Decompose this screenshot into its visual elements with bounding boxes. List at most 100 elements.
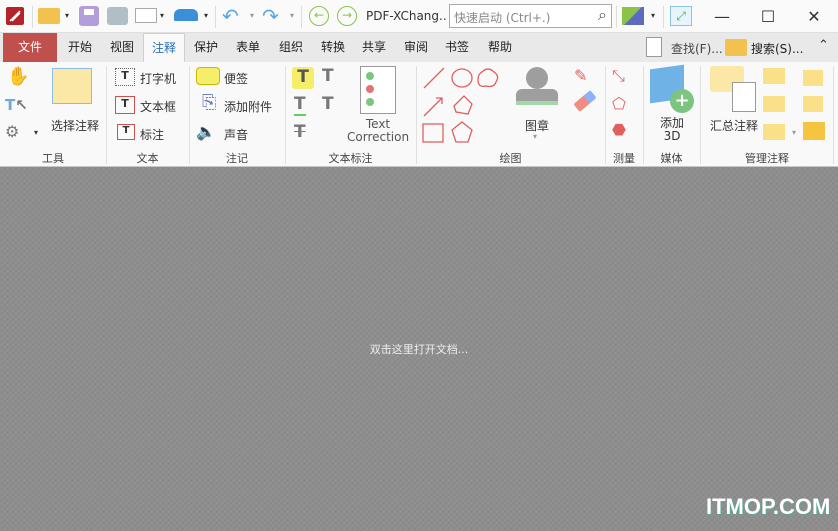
group-label-measure: 测量 — [613, 152, 635, 165]
chevron-down-icon[interactable]: ▾ — [533, 132, 537, 141]
highlight-icon[interactable]: T — [292, 67, 314, 89]
find-icon[interactable] — [646, 37, 662, 57]
document-area[interactable]: 双击这里打开文档... ITMOP.COM — [0, 167, 838, 531]
ui-options-icon[interactable] — [622, 7, 644, 25]
maximize-button[interactable]: ☐ — [745, 0, 791, 32]
select-annotation-icon[interactable] — [52, 68, 92, 104]
chevron-down-icon[interactable]: ▾ — [160, 11, 164, 20]
select-annotation-button[interactable]: 选择注释 — [51, 117, 99, 134]
area-icon[interactable]: ⬣ — [612, 120, 626, 139]
tab-view[interactable]: 视图 — [102, 33, 142, 62]
add-3d-line1: 添加 — [659, 116, 684, 130]
ribbon: ✋ T↖ ⚙ ▾ 选择注释 工具 T 打字机 T 文本框 T 标注 文本 便签 … — [0, 62, 838, 167]
select-text-icon[interactable]: T↖ — [5, 96, 28, 114]
find-button[interactable]: 查找(F)... — [671, 40, 723, 57]
distance-icon[interactable]: ⤡ — [612, 66, 625, 86]
tab-review[interactable]: 审阅 — [396, 33, 436, 62]
perimeter-icon[interactable]: ⬠ — [612, 94, 626, 113]
summarize-comments-button[interactable]: 汇总注释 — [710, 117, 758, 134]
add-3d-button[interactable]: 添加 3D — [652, 117, 692, 143]
group-label-drawing: 绘图 — [499, 152, 522, 165]
open-folder-icon[interactable] — [38, 8, 60, 24]
group-label-media: 媒体 — [660, 152, 683, 165]
search-icon[interactable]: ⌕ — [598, 5, 607, 25]
tab-file[interactable]: 文件 — [3, 33, 57, 62]
add-icon: + — [670, 89, 694, 113]
text-correction-icon — [360, 66, 396, 114]
document-title: PDF-XChang.. — [366, 9, 447, 23]
tab-organize[interactable]: 组织 — [270, 33, 312, 62]
insert-text-icon[interactable]: T — [322, 66, 334, 86]
tab-convert[interactable]: 转换 — [312, 33, 354, 62]
hand-tool-icon[interactable]: ✋ — [7, 66, 29, 87]
email-icon[interactable] — [135, 8, 157, 23]
chevron-down-icon[interactable]: ▾ — [65, 11, 69, 20]
show-comments-icon[interactable] — [763, 124, 785, 140]
stamp-icon[interactable] — [516, 67, 558, 111]
chevron-down-icon[interactable]: ▾ — [34, 128, 38, 137]
sticky-note-button[interactable]: 便签 — [224, 70, 248, 87]
zoom-tool-icon[interactable]: ⚙ — [5, 122, 19, 141]
collapse-ribbon-icon[interactable]: ⌃ — [818, 38, 829, 53]
export-comments-icon[interactable] — [763, 96, 785, 112]
comment-list-icon[interactable] — [803, 96, 823, 112]
tab-help[interactable]: 帮助 — [479, 33, 521, 62]
search-button[interactable]: 搜索(S)... — [751, 40, 803, 57]
redo-icon[interactable]: ↷ — [262, 4, 279, 28]
pencil-icon[interactable]: ✎ — [574, 66, 587, 85]
undo-icon[interactable]: ↶ — [222, 4, 239, 28]
title-bar: ▾ ▾ ▾ ↶ ▾ ↷ ▾ ← → PDF-XChang.. 快速启动 (Ctr… — [0, 0, 838, 33]
textbox-button[interactable]: 文本框 — [140, 98, 176, 115]
group-label-markup: 文本标注 — [328, 152, 373, 165]
scan-icon[interactable] — [174, 9, 198, 21]
quick-launch-input[interactable]: 快速启动 (Ctrl+.) ⌕ — [449, 4, 612, 28]
minimize-button[interactable]: — — [699, 0, 745, 32]
tab-comment[interactable]: 注释 — [143, 33, 185, 62]
add-3d-line2: 3D — [663, 129, 681, 143]
tab-home[interactable]: 开始 — [60, 33, 100, 62]
replace-text-icon[interactable]: T — [322, 94, 334, 114]
paperclip-icon: ⎘ — [202, 92, 217, 113]
polyline-icon — [453, 95, 473, 115]
search-folder-icon[interactable] — [725, 39, 747, 56]
save-icon[interactable] — [79, 6, 99, 26]
forward-icon[interactable]: → — [337, 6, 357, 26]
attach-file-button[interactable]: 添加附件 — [224, 98, 272, 115]
typewriter-button[interactable]: 打字机 — [140, 70, 176, 87]
import-comments-icon[interactable] — [763, 68, 785, 84]
chevron-down-icon[interactable]: ▾ — [204, 11, 208, 20]
strikeout-icon[interactable]: T — [294, 122, 306, 142]
line-icon — [423, 67, 445, 89]
rectangle-icon — [422, 123, 444, 143]
group-label-text: 文本 — [136, 152, 159, 165]
chevron-down-icon[interactable]: ▾ — [792, 128, 796, 137]
textbox-icon: T — [115, 96, 135, 114]
chevron-down-icon[interactable]: ▾ — [250, 11, 254, 20]
pin-comment-icon[interactable] — [803, 70, 823, 86]
back-icon[interactable]: ← — [309, 6, 329, 26]
eraser-icon[interactable] — [573, 90, 597, 112]
tab-share[interactable]: 共享 — [354, 33, 394, 62]
watermark: ITMOP.COM — [706, 494, 831, 519]
comment-style-icon[interactable] — [803, 122, 825, 140]
typewriter-icon: T — [115, 68, 135, 86]
open-document-hint[interactable]: 双击这里打开文档... — [0, 341, 838, 357]
tab-protect[interactable]: 保护 — [186, 33, 226, 62]
text-correction-line2: Correction — [347, 130, 410, 144]
group-label-manage: 管理注释 — [745, 152, 789, 165]
callout-button[interactable]: 标注 — [140, 126, 164, 143]
tab-bookmark[interactable]: 书签 — [437, 33, 477, 62]
sticky-note-icon — [196, 67, 220, 85]
callout-icon: T — [117, 124, 135, 140]
tab-form[interactable]: 表单 — [228, 33, 268, 62]
sound-button[interactable]: 声音 — [224, 126, 248, 143]
print-icon[interactable] — [107, 7, 128, 25]
chevron-down-icon[interactable]: ▾ — [651, 11, 655, 20]
chevron-down-icon[interactable]: ▾ — [290, 11, 294, 20]
text-correction-button[interactable]: Text Correction — [347, 118, 409, 144]
oval-icon — [451, 68, 473, 88]
underline-icon[interactable]: T — [294, 94, 306, 116]
group-label-tools: 工具 — [42, 152, 64, 165]
close-button[interactable]: ✕ — [791, 0, 837, 32]
fullscreen-icon[interactable]: ⤢ — [670, 6, 692, 26]
